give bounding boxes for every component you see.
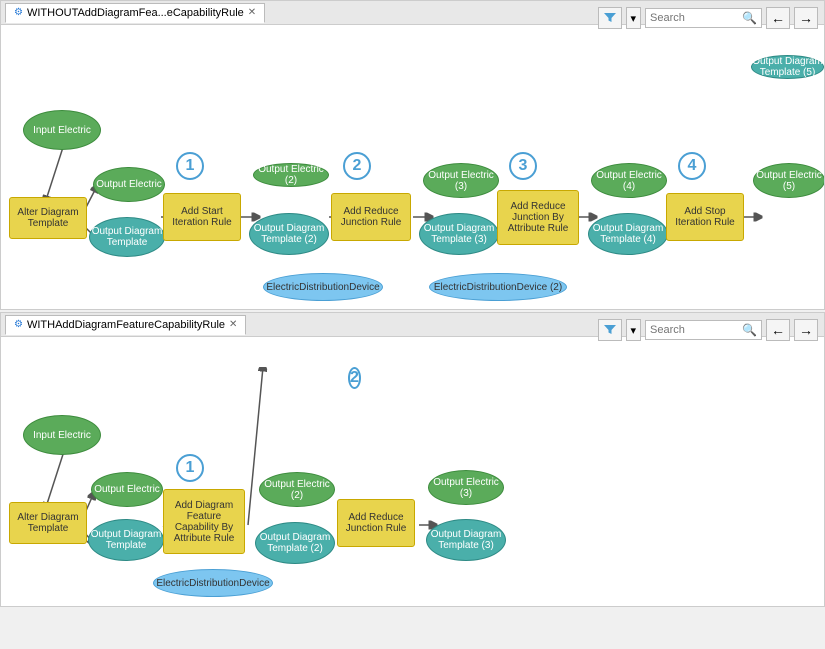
step-3-badge: 3	[509, 152, 537, 180]
output-electric-4-node[interactable]: Output Electric (4)	[591, 163, 667, 198]
b-output-diagram-3-node[interactable]: Output Diagram Template (3)	[426, 519, 506, 561]
top-tab-close[interactable]: ✕	[248, 7, 256, 18]
output-electric-5-node[interactable]: Output Electric (5)	[753, 163, 824, 198]
top-nav-back[interactable]: ←	[766, 7, 790, 29]
input-electric-node[interactable]: Input Electric	[23, 110, 101, 150]
output-electric-1-node[interactable]: Output Electric	[93, 167, 165, 202]
alter-diagram-node[interactable]: Alter Diagram Template	[9, 197, 87, 239]
bottom-search-icon[interactable]: 🔍	[742, 323, 757, 337]
add-reduce-attr-node[interactable]: Add Reduce Junction By Attribute Rule	[497, 190, 579, 245]
step-2-badge: 2	[343, 152, 371, 180]
bottom-tab-icon: ⚙	[14, 319, 23, 330]
output-electric-2-node[interactable]: Output Electric (2)	[253, 163, 329, 187]
step-1-badge: 1	[176, 152, 204, 180]
b-step-1-badge: 1	[176, 454, 204, 482]
bottom-tab-close[interactable]: ✕	[229, 319, 237, 330]
search-icon[interactable]: 🔍	[742, 11, 757, 25]
bottom-search-input[interactable]	[650, 324, 740, 336]
bottom-panel: ⚙ WITHAddDiagramFeatureCapabilityRule ✕ …	[0, 312, 825, 607]
bottom-toolbar: ▾ 🔍 ← →	[598, 319, 818, 341]
bottom-nav-forward[interactable]: →	[794, 319, 818, 341]
top-tab[interactable]: ⚙ WITHOUTAddDiagramFea...eCapabilityRule…	[5, 3, 265, 23]
b-add-feat-node[interactable]: Add Diagram Feature Capability By Attrib…	[163, 489, 245, 554]
b-step-2-badge: 2	[348, 367, 361, 389]
top-nav-forward[interactable]: →	[794, 7, 818, 29]
elec-dist-2-node[interactable]: ElectricDistributionDevice (2)	[429, 273, 567, 301]
elec-dist-1-node[interactable]: ElectricDistributionDevice	[263, 273, 383, 301]
output-diagram-1-node[interactable]: Output Diagram Template	[89, 217, 165, 257]
add-reduce-node[interactable]: Add Reduce Junction Rule	[331, 193, 411, 241]
bottom-filter-dropdown[interactable]: ▾	[626, 319, 642, 341]
b-output-electric-2-node[interactable]: Output Electric (2)	[259, 472, 335, 507]
output-diagram-4-node[interactable]: Output Diagram Template (4)	[588, 213, 668, 255]
add-start-node[interactable]: Add Start Iteration Rule	[163, 193, 241, 241]
add-stop-node[interactable]: Add Stop Iteration Rule	[666, 193, 744, 241]
output-diagram-3-node[interactable]: Output Diagram Template (3)	[419, 213, 499, 255]
step-4-badge: 4	[678, 152, 706, 180]
filter-dropdown[interactable]: ▾	[626, 7, 642, 29]
top-panel: ⚙ WITHOUTAddDiagramFea...eCapabilityRule…	[0, 0, 825, 310]
bottom-tab[interactable]: ⚙ WITHAddDiagramFeatureCapabilityRule ✕	[5, 315, 246, 335]
top-tab-label: WITHOUTAddDiagramFea...eCapabilityRule	[27, 7, 244, 19]
output-diagram-5-node[interactable]: Output Diagram Template (5)	[751, 55, 824, 79]
b-elec-dist-node[interactable]: ElectricDistributionDevice	[153, 569, 273, 597]
b-input-electric-node[interactable]: Input Electric	[23, 415, 101, 455]
b-output-diagram-2-node[interactable]: Output Diagram Template (2)	[255, 522, 335, 564]
tab-icon: ⚙	[14, 7, 23, 18]
output-diagram-2-node[interactable]: Output Diagram Template (2)	[249, 213, 329, 255]
b-output-diagram-1-node[interactable]: Output Diagram Template	[88, 519, 164, 561]
bottom-tab-label: WITHAddDiagramFeatureCapabilityRule	[27, 319, 225, 331]
bottom-search-box: 🔍	[645, 320, 762, 340]
bottom-canvas: Input Electric Alter Diagram Template Ou…	[1, 367, 824, 607]
output-electric-3-node[interactable]: Output Electric (3)	[423, 163, 499, 198]
b-output-electric-1-node[interactable]: Output Electric	[91, 472, 163, 507]
bottom-filter-button[interactable]	[598, 319, 622, 341]
b-output-electric-3-node[interactable]: Output Electric (3)	[428, 470, 504, 505]
b-add-reduce-node[interactable]: Add Reduce Junction Rule	[337, 499, 415, 547]
filter-button[interactable]	[598, 7, 622, 29]
top-canvas: Input Electric Alter Diagram Template Ou…	[1, 55, 824, 310]
b-alter-diagram-node[interactable]: Alter Diagram Template	[9, 502, 87, 544]
bottom-nav-back[interactable]: ←	[766, 319, 790, 341]
top-toolbar: ▾ 🔍 ← →	[598, 7, 818, 29]
top-search-input[interactable]	[650, 12, 740, 24]
top-search-box: 🔍	[645, 8, 762, 28]
